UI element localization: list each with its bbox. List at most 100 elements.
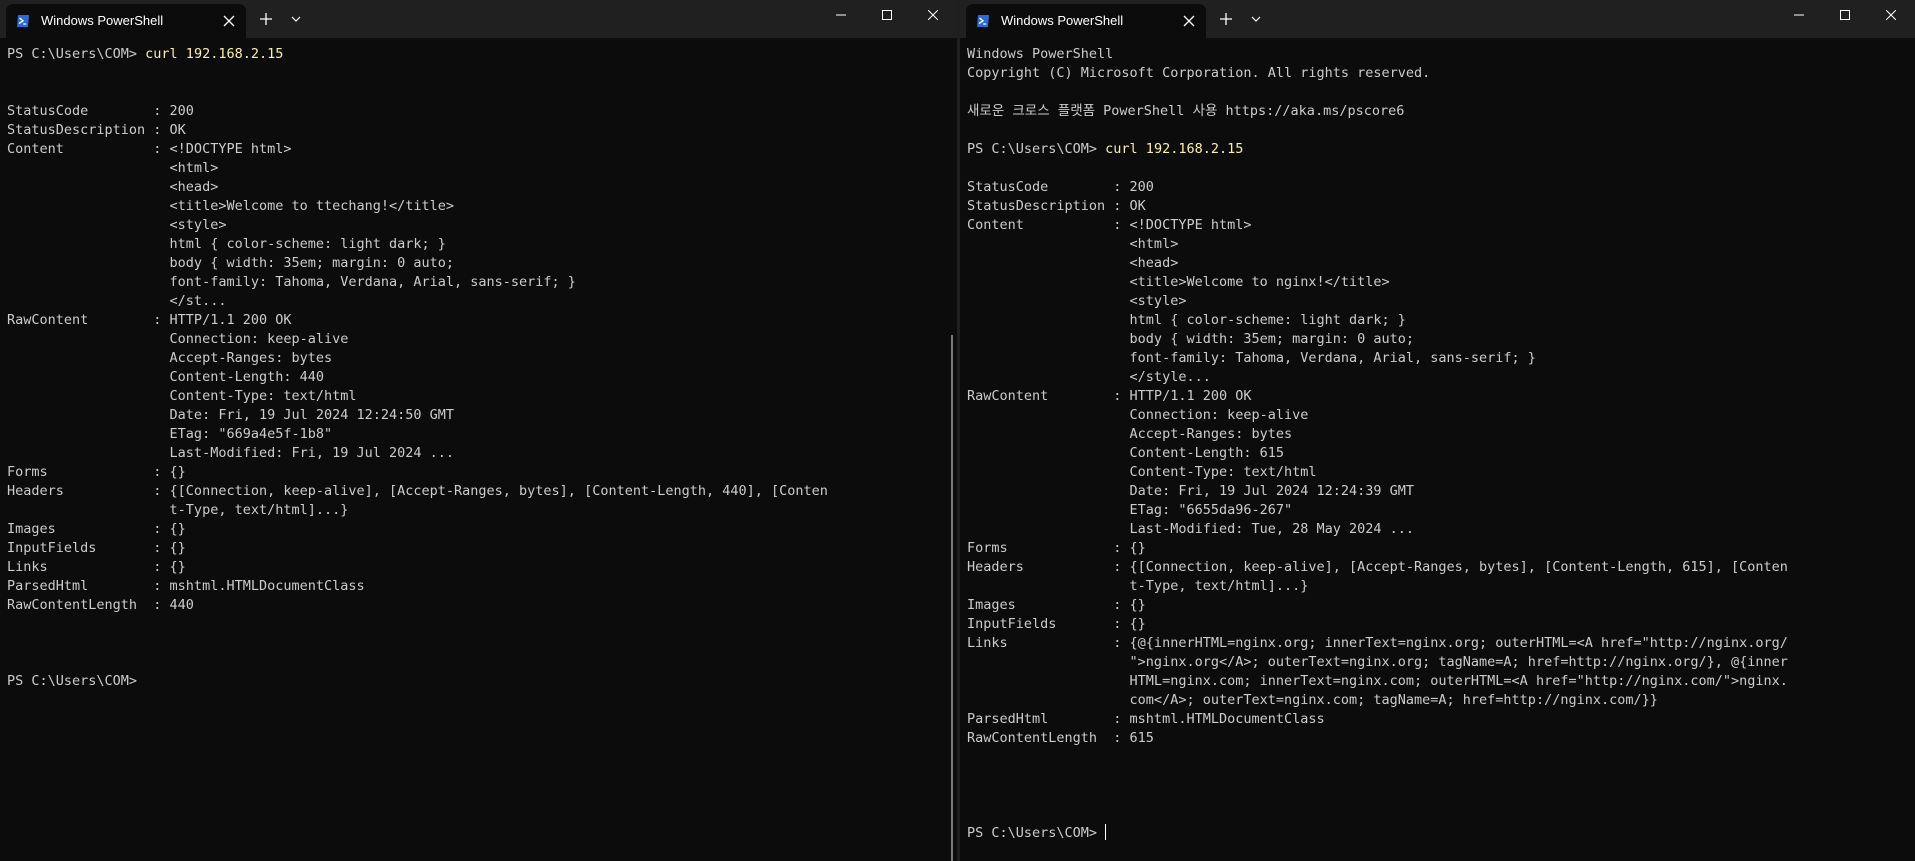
tab-windows-powershell[interactable]: Windows PowerShell [6,4,246,38]
console-line-text: StatusCode : 200 [967,179,1154,195]
console-line: RawContent : HTTP/1.1 200 OK [7,311,943,330]
console-line-text: Last-Modified: Fri, 19 Jul 2024 ... [7,445,455,461]
console-line: PS C:\Users\COM> curl 192.168.2.15 [7,45,943,64]
console-line-text: Connection: keep-alive [967,407,1309,423]
maximize-button[interactable] [1822,0,1868,32]
console-line: InputFields : {} [967,615,1901,634]
console-line-text: Windows PowerShell [967,46,1114,62]
command-text: curl 192.168.2.15 [145,46,284,62]
console-line: HTML=nginx.com; innerText=nginx.com; out… [967,672,1901,691]
plus-icon[interactable] [1218,11,1234,27]
console-output[interactable]: PS C:\Users\COM> curl 192.168.2.15 Status… [7,45,943,691]
console-line: ETag: "669a4e5f-1b8" [7,425,943,444]
maximize-button[interactable] [864,0,910,32]
console-line: PS C:\Users\COM> curl 192.168.2.15 [967,140,1901,159]
console-line: Forms : {} [7,463,943,482]
console-line-text: <html> [967,236,1179,252]
console-line-text: Last-Modified: Tue, 28 May 2024 ... [967,521,1415,537]
powershell-window-right: Windows PowerShell Windows PowerShell Co… [960,0,1915,861]
maximize-icon [882,10,892,20]
console-line: <title>Welcome to nginx!</title> [967,273,1901,292]
console-line: t-Type, text/html]...} [7,501,943,520]
console-line-text: Forms : {} [967,540,1146,556]
console-line: com</A>; outerText=nginx.com; tagName=A;… [967,691,1901,710]
console-line: <html> [7,159,943,178]
chevron-down-icon[interactable] [291,14,301,24]
console-line-text: font-family: Tahoma, Verdana, Arial, san… [7,274,576,290]
console-line-text: Images : {} [7,521,186,537]
console-line-text: ParsedHtml : mshtml.HTMLDocumentClass [967,711,1325,727]
console-line: html { color-scheme: light dark; } [7,235,943,254]
console-line: <style> [967,292,1901,311]
console-line: Links : {@{innerHTML=nginx.org; innerTex… [967,634,1901,653]
console-line-text: Date: Fri, 19 Jul 2024 12:24:39 GMT [967,483,1415,499]
title-bar[interactable]: Windows PowerShell [960,0,1915,38]
console-line-text: InputFields : {} [7,540,186,556]
console-line-text: <head> [967,255,1179,271]
console-line: body { width: 35em; margin: 0 auto; [967,330,1901,349]
console-line-text: t-Type, text/html]...} [967,578,1309,594]
console-line-text: body { width: 35em; margin: 0 auto; [7,255,455,271]
close-window-button[interactable] [910,0,956,32]
console-line: Copyright (C) Microsoft Corporation. All… [967,64,1901,83]
console-line-text: Content : <!DOCTYPE html> [7,141,292,157]
console-output[interactable]: Windows PowerShell Copyright (C) Microsof… [967,45,1901,843]
powershell-icon [977,15,989,27]
console-line: RawContentLength : 615 [967,729,1901,748]
console-line-text: </st... [7,293,227,309]
console-line: RawContentLength : 440 [7,596,943,615]
console-line-text: ">nginx.org</A>; outerText=nginx.org; ta… [967,654,1788,670]
console-line-text: Content-Type: text/html [967,464,1317,480]
console-line: InputFields : {} [7,539,943,558]
console-line-text: Connection: keep-alive [7,331,349,347]
console-line-text: PS C:\Users\COM> [7,673,138,689]
minimize-button[interactable] [1776,0,1822,32]
console-line-text: PS C:\Users\COM> [967,141,1106,157]
console-line: Content-Length: 615 [967,444,1901,463]
console-line-text: ParsedHtml : mshtml.HTMLDocumentClass [7,578,365,594]
console-line-text: <title>Welcome to nginx!</title> [967,274,1390,290]
console-line-text: Copyright (C) Microsoft Corporation. All… [967,65,1431,81]
console-line-text: Date: Fri, 19 Jul 2024 12:24:50 GMT [7,407,455,423]
close-window-button[interactable] [1868,0,1914,32]
console-line: StatusCode : 200 [967,178,1901,197]
console-line: font-family: Tahoma, Verdana, Arial, san… [7,273,943,292]
console-line-text: PS C:\Users\COM> [967,825,1106,841]
title-bar[interactable]: Windows PowerShell [0,0,957,38]
console-line-text: RawContent : HTTP/1.1 200 OK [967,388,1252,404]
console-line-text: Headers : {[Connection, keep-alive], [Ac… [967,559,1788,575]
console-line: body { width: 35em; margin: 0 auto; [7,254,943,273]
console-line: <style> [7,216,943,235]
plus-icon[interactable] [258,11,274,27]
console-line-text: Accept-Ranges: bytes [967,426,1293,442]
console-line: ETag: "6655da96-267" [967,501,1901,520]
close-tab-icon[interactable] [222,14,236,28]
console-line-text: StatusDescription : OK [967,198,1146,214]
console-line-text: InputFields : {} [967,616,1146,632]
close-tab-icon[interactable] [1182,14,1196,28]
console-line: PS C:\Users\COM> [7,672,943,691]
maximize-icon [1840,10,1850,20]
minimize-button[interactable] [818,0,864,32]
console-line: Content-Type: text/html [7,387,943,406]
console-line: StatusDescription : OK [967,197,1901,216]
console-line: RawContent : HTTP/1.1 200 OK [967,387,1901,406]
console-line-text: 새로운 크로스 플랫폼 PowerShell 사용 https://aka.ms… [967,103,1405,119]
console-line: Content-Type: text/html [967,463,1901,482]
console-line: 새로운 크로스 플랫폼 PowerShell 사용 https://aka.ms… [967,102,1901,121]
console-line: Images : {} [7,520,943,539]
console-line-text: Links : {@{innerHTML=nginx.org; innerTex… [967,635,1788,651]
chevron-down-icon[interactable] [1251,14,1261,24]
tab-windows-powershell[interactable]: Windows PowerShell [966,4,1206,38]
scrollbar[interactable] [951,335,953,861]
console-line-text: StatusCode : 200 [7,103,194,119]
console-line-text: PS C:\Users\COM> [7,46,146,62]
console-line-text: Content-Length: 440 [7,369,324,385]
console-line-text: html { color-scheme: light dark; } [7,236,446,252]
